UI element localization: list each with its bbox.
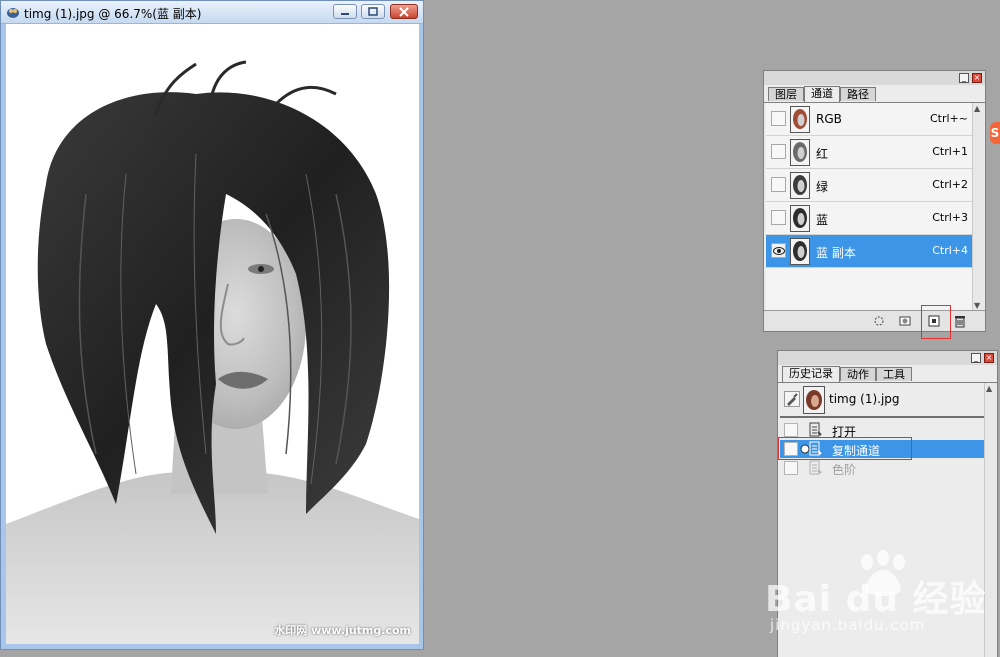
scroll-down-icon[interactable]: ▼ bbox=[974, 301, 980, 310]
panel-close-button[interactable]: × bbox=[984, 353, 994, 363]
channels-scrollbar[interactable]: ▲ ▼ bbox=[972, 103, 984, 311]
load-selection-icon[interactable] bbox=[872, 314, 886, 328]
baidu-brand-text: Bai du 经验 bbox=[765, 579, 987, 620]
visibility-toggle[interactable] bbox=[771, 243, 786, 258]
minimize-icon bbox=[341, 13, 349, 15]
tab-paths[interactable]: 路径 bbox=[840, 87, 876, 101]
channel-row[interactable]: 蓝 副本 Ctrl+4 bbox=[766, 235, 974, 268]
panel-drag-bar[interactable]: _ × bbox=[778, 351, 997, 365]
visibility-toggle[interactable] bbox=[771, 111, 786, 126]
channel-list: RGB Ctrl+~ 红 Ctrl+1 绿 Ctrl+2 蓝 Ctrl+3 蓝 副本 Ctrl+4 bbox=[766, 103, 974, 311]
panel-collapse-button[interactable]: _ bbox=[971, 353, 981, 363]
snapshot-name: timg (1).jpg bbox=[829, 392, 900, 406]
visibility-toggle[interactable] bbox=[771, 144, 786, 159]
panel-drag-bar[interactable]: _ × bbox=[764, 71, 985, 85]
channel-thumbnail bbox=[790, 205, 810, 232]
image-watermark: 水印网 www.jutmg.com bbox=[274, 624, 411, 637]
close-button[interactable] bbox=[390, 4, 418, 19]
channel-thumbnail bbox=[790, 172, 810, 199]
minimize-button[interactable] bbox=[333, 4, 357, 19]
channel-shortcut: Ctrl+~ bbox=[929, 112, 968, 125]
history-brush-toggle[interactable] bbox=[784, 461, 798, 475]
channel-thumbnail bbox=[790, 139, 810, 166]
baidu-watermark: Bai du 经验 jingyan.baidu.com bbox=[765, 548, 1000, 638]
channel-name: 蓝 副本 bbox=[816, 246, 856, 260]
panel-close-button[interactable]: × bbox=[972, 73, 982, 83]
channel-shortcut: Ctrl+3 bbox=[932, 211, 968, 224]
channel-name: 蓝 bbox=[816, 213, 829, 227]
history-state-row[interactable]: 色阶 bbox=[780, 459, 984, 477]
tab-channels[interactable]: 通道 bbox=[804, 86, 840, 102]
channel-row[interactable]: 蓝 Ctrl+3 bbox=[766, 202, 974, 235]
image-canvas[interactable]: 水印网 www.jutmg.com bbox=[6, 24, 419, 644]
history-snapshot[interactable]: timg (1).jpg bbox=[780, 383, 986, 418]
channel-thumbnail bbox=[790, 238, 810, 265]
channel-thumbnail bbox=[790, 106, 810, 133]
photoshop-app-icon bbox=[5, 5, 21, 19]
document-title: timg (1).jpg @ 66.7%(蓝 副本) bbox=[24, 7, 202, 21]
channel-row[interactable]: RGB Ctrl+~ bbox=[766, 103, 974, 136]
close-icon bbox=[399, 7, 409, 17]
save-selection-icon[interactable] bbox=[898, 314, 912, 328]
snapshot-thumbnail bbox=[803, 386, 825, 414]
new-channel-highlight bbox=[921, 305, 951, 339]
scroll-up-icon[interactable]: ▲ bbox=[986, 384, 992, 393]
history-brush-toggle[interactable] bbox=[784, 423, 798, 437]
delete-channel-icon[interactable] bbox=[953, 314, 967, 328]
history-brush-source-icon[interactable] bbox=[784, 391, 800, 407]
panel-collapse-button[interactable]: _ bbox=[959, 73, 969, 83]
channels-footer bbox=[764, 310, 985, 331]
baidu-url-text: jingyan.baidu.com bbox=[770, 616, 926, 634]
portrait-image bbox=[6, 24, 419, 644]
tab-tools[interactable]: 工具 bbox=[876, 367, 912, 381]
channel-name: 红 bbox=[816, 147, 829, 161]
channels-panel: _ × 图层 通道 路径 » RGB Ctrl+~ 红 Ctrl+1 绿 Ctrl+2 蓝 C… bbox=[763, 70, 986, 339]
channels-tabbar: 图层 通道 路径 » bbox=[764, 85, 985, 111]
visibility-toggle[interactable] bbox=[771, 210, 786, 225]
channel-name: 绿 bbox=[816, 180, 829, 194]
document-title-bar[interactable]: timg (1).jpg @ 66.7%(蓝 副本) bbox=[1, 1, 423, 24]
visibility-toggle[interactable] bbox=[771, 177, 786, 192]
channel-shortcut: Ctrl+4 bbox=[932, 244, 968, 257]
tab-history[interactable]: 历史记录 bbox=[782, 366, 840, 382]
history-tabbar: 历史记录 动作 工具 » bbox=[778, 365, 997, 391]
scroll-up-icon[interactable]: ▲ bbox=[974, 104, 980, 113]
channel-row[interactable]: 绿 Ctrl+2 bbox=[766, 169, 974, 202]
channel-shortcut: Ctrl+1 bbox=[932, 145, 968, 158]
maximize-button[interactable] bbox=[361, 4, 385, 19]
channel-shortcut: Ctrl+2 bbox=[932, 178, 968, 191]
channel-name: RGB bbox=[816, 112, 842, 126]
tab-layers[interactable]: 图层 bbox=[768, 87, 804, 101]
side-tag[interactable]: S bbox=[990, 122, 1000, 144]
document-window: timg (1).jpg @ 66.7%(蓝 副本) 水印网 www.jutmg… bbox=[0, 0, 424, 650]
tab-actions[interactable]: 动作 bbox=[840, 367, 876, 381]
duplicate-channel-highlight bbox=[778, 437, 912, 460]
history-state-icon bbox=[808, 460, 822, 476]
channel-row[interactable]: 红 Ctrl+1 bbox=[766, 136, 974, 169]
maximize-icon bbox=[368, 7, 378, 16]
history-state-label: 色阶 bbox=[832, 463, 857, 477]
history-state-icon bbox=[808, 422, 822, 438]
